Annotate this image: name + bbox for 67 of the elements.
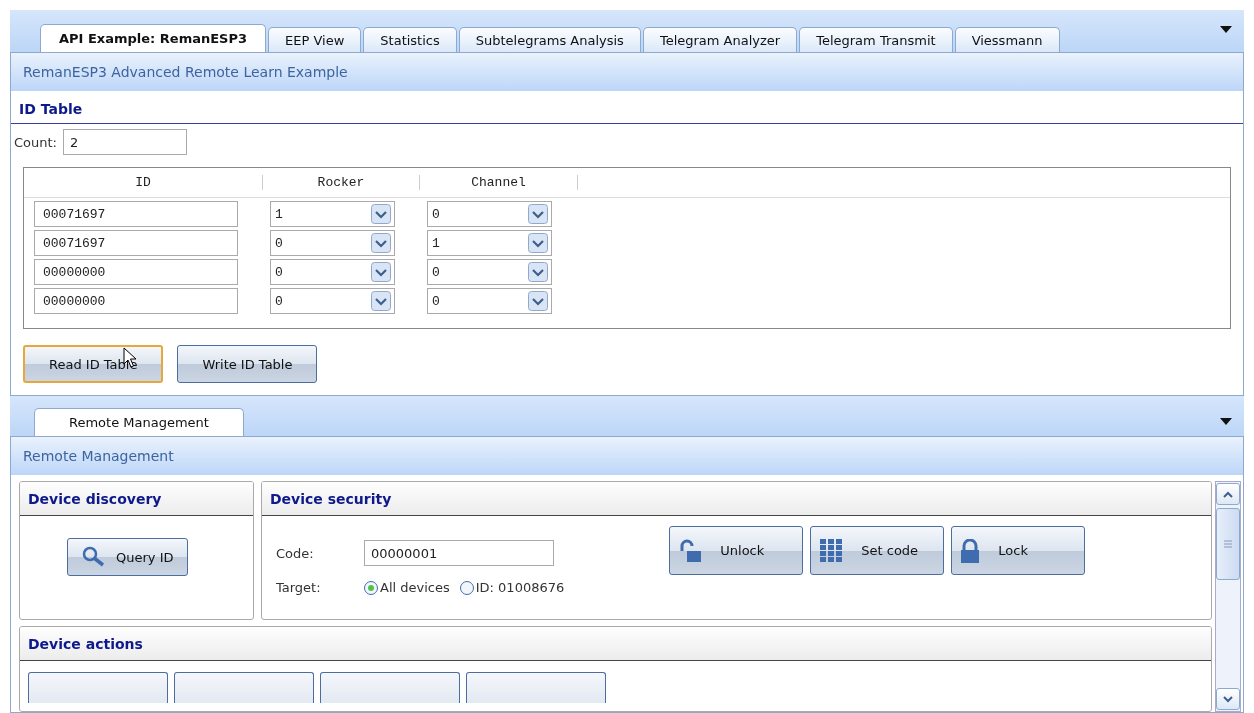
- keypad-icon: [819, 538, 844, 563]
- tab[interactable]: Remote Management: [34, 408, 244, 436]
- action-button[interactable]: [174, 672, 314, 703]
- channel-dropdown[interactable]: 0: [427, 201, 552, 227]
- radio-button[interactable]: [364, 580, 378, 595]
- panel-title: Remote Management: [11, 437, 1243, 475]
- id-field[interactable]: 00071697: [34, 230, 238, 256]
- tab[interactable]: Subtelegrams Analysis: [458, 27, 641, 52]
- channel-dropdown[interactable]: 0: [427, 288, 552, 314]
- count-label: Count:: [14, 134, 57, 150]
- security-button[interactable]: Lock: [951, 526, 1086, 575]
- chevron-up-icon: [1223, 490, 1233, 498]
- count-field[interactable]: 2: [63, 129, 187, 155]
- tab[interactable]: Viessmann: [954, 27, 1060, 52]
- column-header[interactable]: ID: [24, 175, 263, 190]
- dropdown-button[interactable]: [371, 204, 391, 224]
- radio-button[interactable]: [459, 580, 474, 595]
- code-field[interactable]: 00000001: [364, 540, 554, 566]
- query-id-button[interactable]: Query ID: [67, 538, 189, 576]
- id-field[interactable]: 00000000: [34, 259, 238, 285]
- tab[interactable]: Telegram Analyzer: [642, 27, 798, 52]
- radio-label[interactable]: All devices: [380, 580, 450, 595]
- group-heading: Device discovery: [20, 482, 253, 516]
- dropdown-button[interactable]: [528, 204, 548, 224]
- scroll-up-button[interactable]: [1216, 483, 1240, 505]
- search-icon: [82, 546, 106, 568]
- scroll-down-button[interactable]: [1216, 688, 1240, 710]
- target-label: Target:: [276, 580, 321, 595]
- security-button[interactable]: Set code: [810, 526, 945, 575]
- scrollbar[interactable]: [1215, 481, 1241, 712]
- dropdown-button[interactable]: [371, 233, 391, 253]
- tab[interactable]: EEP View: [268, 27, 362, 52]
- table-button[interactable]: Write ID Table: [177, 345, 318, 383]
- dropdown-button[interactable]: [528, 291, 548, 311]
- rocker-dropdown[interactable]: 0: [270, 230, 395, 256]
- channel-dropdown[interactable]: 0: [427, 259, 552, 285]
- tab-menu-caret-icon[interactable]: [1220, 26, 1232, 34]
- security-button[interactable]: Unlock: [669, 526, 804, 575]
- action-button[interactable]: [320, 672, 460, 703]
- tab[interactable]: Statistics: [363, 27, 457, 52]
- group-heading: Device security: [262, 482, 1211, 516]
- id-field[interactable]: 00000000: [34, 288, 238, 314]
- rocker-dropdown[interactable]: 1: [270, 201, 395, 227]
- tab[interactable]: Telegram Transmit: [799, 27, 953, 52]
- column-header[interactable]: Rocker: [263, 175, 420, 190]
- column-header[interactable]: Channel: [420, 175, 578, 190]
- radio-label[interactable]: ID: 01008676: [475, 580, 565, 595]
- dropdown-button[interactable]: [371, 291, 391, 311]
- dropdown-button[interactable]: [371, 262, 391, 282]
- action-button[interactable]: [28, 672, 168, 703]
- section-heading: ID Table: [11, 91, 1243, 124]
- id-field[interactable]: 00071697: [34, 201, 238, 227]
- panel-title: RemanESP3 Advanced Remote Learn Example: [11, 53, 1243, 91]
- dropdown-button[interactable]: [528, 262, 548, 282]
- tab[interactable]: API Example: RemanESP3: [40, 24, 267, 52]
- group-heading: Device actions: [20, 627, 1211, 661]
- rocker-dropdown[interactable]: 0: [270, 288, 395, 314]
- tab-menu-caret-icon[interactable]: [1220, 418, 1232, 426]
- scroll-thumb[interactable]: [1216, 508, 1240, 580]
- lock-icon: [960, 538, 981, 563]
- chevron-down-icon: [1223, 695, 1233, 703]
- rocker-dropdown[interactable]: 0: [270, 259, 395, 285]
- unlock-icon: [678, 538, 703, 563]
- action-button[interactable]: [466, 672, 606, 703]
- dropdown-button[interactable]: [528, 233, 548, 253]
- channel-dropdown[interactable]: 1: [427, 230, 552, 256]
- code-label: Code:: [276, 545, 314, 561]
